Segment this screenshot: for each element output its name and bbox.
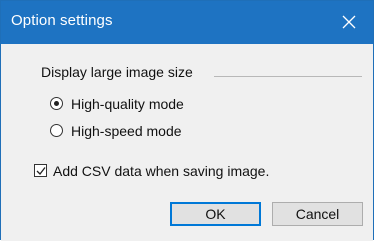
close-button[interactable] [329,1,373,44]
option-settings-dialog: Option settings Display large image size… [0,0,374,241]
radio-button-unselected[interactable] [50,124,63,137]
radio-dot [54,101,59,106]
dialog-title: Option settings [11,12,113,29]
group-label-display-size: Display large image size [41,64,193,80]
radio-label-high-speed[interactable]: High-speed mode [71,123,182,139]
ok-button[interactable]: OK [170,202,261,226]
checkbox-box[interactable] [34,164,47,177]
checkmark-icon [36,167,46,175]
radio-button-selected[interactable] [50,97,63,110]
close-icon [342,15,356,29]
title-bar[interactable]: Option settings [1,1,373,44]
cancel-button[interactable]: Cancel [272,202,363,226]
dialog-body: Display large image size High-quality mo… [1,44,373,241]
checkbox-label-add-csv[interactable]: Add CSV data when saving image. [53,163,269,179]
radio-label-high-quality[interactable]: High-quality mode [71,96,184,112]
group-separator [214,76,362,77]
